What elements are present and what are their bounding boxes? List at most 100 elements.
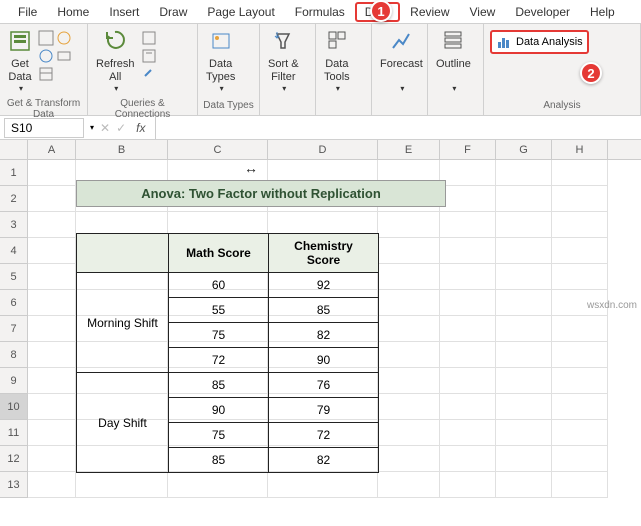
menu-page-layout[interactable]: Page Layout bbox=[197, 2, 284, 22]
row-header-6[interactable]: 6 bbox=[0, 290, 28, 316]
enter-formula-icon[interactable]: ✓ bbox=[116, 121, 126, 135]
row-header-1[interactable]: 1 bbox=[0, 160, 28, 186]
fx-icon[interactable]: fx bbox=[132, 121, 149, 135]
cell[interactable] bbox=[496, 186, 552, 212]
cell[interactable] bbox=[28, 368, 76, 394]
cell[interactable] bbox=[440, 368, 496, 394]
cell[interactable] bbox=[552, 238, 608, 264]
cell[interactable] bbox=[496, 238, 552, 264]
cell[interactable] bbox=[552, 472, 608, 498]
cell[interactable] bbox=[496, 290, 552, 316]
row-header-5[interactable]: 5 bbox=[0, 264, 28, 290]
cell[interactable] bbox=[440, 394, 496, 420]
row-header-8[interactable]: 8 bbox=[0, 342, 28, 368]
cell[interactable] bbox=[496, 472, 552, 498]
sort-filter-button[interactable]: Sort & Filter▾ bbox=[264, 26, 303, 96]
cell[interactable] bbox=[28, 420, 76, 446]
table-cell[interactable]: 55 bbox=[169, 298, 269, 323]
existing-conn-icon[interactable] bbox=[56, 48, 72, 64]
menu-formulas[interactable]: Formulas bbox=[285, 2, 355, 22]
table-cell[interactable]: 90 bbox=[169, 398, 269, 423]
cell[interactable] bbox=[496, 264, 552, 290]
outline-button[interactable]: Outline▾ bbox=[432, 26, 475, 96]
cell[interactable] bbox=[552, 368, 608, 394]
row-header-12[interactable]: 12 bbox=[0, 446, 28, 472]
cell[interactable] bbox=[496, 394, 552, 420]
row-header-7[interactable]: 7 bbox=[0, 316, 28, 342]
cell[interactable] bbox=[28, 290, 76, 316]
cell[interactable] bbox=[28, 446, 76, 472]
cell[interactable] bbox=[496, 446, 552, 472]
cell[interactable] bbox=[440, 160, 496, 186]
table-cell[interactable]: 72 bbox=[169, 348, 269, 373]
formula-bar[interactable] bbox=[155, 116, 641, 139]
table-cell[interactable]: 85 bbox=[269, 298, 379, 323]
cell[interactable] bbox=[440, 212, 496, 238]
cell[interactable] bbox=[28, 316, 76, 342]
table-cell[interactable]: 72 bbox=[269, 423, 379, 448]
table-cell[interactable]: 85 bbox=[169, 373, 269, 398]
cell[interactable] bbox=[552, 186, 608, 212]
data-types-button[interactable]: Data Types▾ bbox=[202, 26, 239, 96]
cell-day-shift[interactable]: Day Shift bbox=[77, 373, 169, 473]
col-header-B[interactable]: B bbox=[76, 140, 168, 159]
row-header-3[interactable]: 3 bbox=[0, 212, 28, 238]
table-cell[interactable]: 75 bbox=[169, 323, 269, 348]
menu-developer[interactable]: Developer bbox=[505, 2, 580, 22]
table-cell[interactable]: 92 bbox=[269, 273, 379, 298]
menu-review[interactable]: Review bbox=[400, 2, 459, 22]
cell[interactable] bbox=[440, 446, 496, 472]
cell[interactable] bbox=[28, 186, 76, 212]
menu-help[interactable]: Help bbox=[580, 2, 625, 22]
table-cell[interactable]: 85 bbox=[169, 448, 269, 473]
cell[interactable] bbox=[28, 238, 76, 264]
cell[interactable] bbox=[28, 472, 76, 498]
col-header-D[interactable]: D bbox=[268, 140, 378, 159]
table-cell[interactable]: 75 bbox=[169, 423, 269, 448]
cell[interactable] bbox=[440, 264, 496, 290]
cell[interactable] bbox=[28, 342, 76, 368]
col-header-G[interactable]: G bbox=[496, 140, 552, 159]
cell[interactable] bbox=[28, 264, 76, 290]
cell[interactable] bbox=[440, 290, 496, 316]
data-analysis-button[interactable]: Data Analysis bbox=[490, 30, 589, 54]
table-cell[interactable]: 82 bbox=[269, 323, 379, 348]
col-header-E[interactable]: E bbox=[378, 140, 440, 159]
cell[interactable] bbox=[440, 342, 496, 368]
cell[interactable] bbox=[28, 394, 76, 420]
cell[interactable] bbox=[496, 212, 552, 238]
data-tools-button[interactable]: Data Tools▾ bbox=[320, 26, 354, 96]
cell[interactable] bbox=[552, 212, 608, 238]
row-header-13[interactable]: 13 bbox=[0, 472, 28, 498]
from-table-icon[interactable] bbox=[38, 66, 54, 82]
from-text-icon[interactable] bbox=[38, 30, 54, 46]
forecast-button[interactable]: Forecast▾ bbox=[376, 26, 427, 96]
row-header-10[interactable]: 10 bbox=[0, 394, 28, 420]
table-cell[interactable]: 60 bbox=[169, 273, 269, 298]
cell[interactable] bbox=[440, 238, 496, 264]
cell[interactable] bbox=[552, 316, 608, 342]
cell[interactable] bbox=[496, 368, 552, 394]
cell[interactable] bbox=[496, 420, 552, 446]
menu-view[interactable]: View bbox=[460, 2, 506, 22]
col-header-A[interactable]: A bbox=[28, 140, 76, 159]
table-cell[interactable]: 90 bbox=[269, 348, 379, 373]
cell[interactable] bbox=[496, 316, 552, 342]
cell[interactable] bbox=[496, 342, 552, 368]
name-box[interactable] bbox=[4, 118, 84, 138]
cell[interactable] bbox=[268, 472, 378, 498]
cell[interactable] bbox=[378, 472, 440, 498]
properties-icon[interactable] bbox=[141, 48, 157, 64]
cancel-formula-icon[interactable]: ✕ bbox=[100, 121, 110, 135]
row-header-4[interactable]: 4 bbox=[0, 238, 28, 264]
menu-file[interactable]: File bbox=[8, 2, 47, 22]
cell[interactable] bbox=[552, 264, 608, 290]
menu-home[interactable]: Home bbox=[47, 2, 99, 22]
menu-insert[interactable]: Insert bbox=[99, 2, 149, 22]
table-header-chemistry[interactable]: Chemistry Score bbox=[269, 234, 379, 273]
col-header-C[interactable]: C bbox=[168, 140, 268, 159]
cell[interactable] bbox=[440, 472, 496, 498]
get-data-button[interactable]: Get Data▾ bbox=[4, 26, 36, 96]
table-cell[interactable]: 76 bbox=[269, 373, 379, 398]
cell[interactable] bbox=[552, 160, 608, 186]
